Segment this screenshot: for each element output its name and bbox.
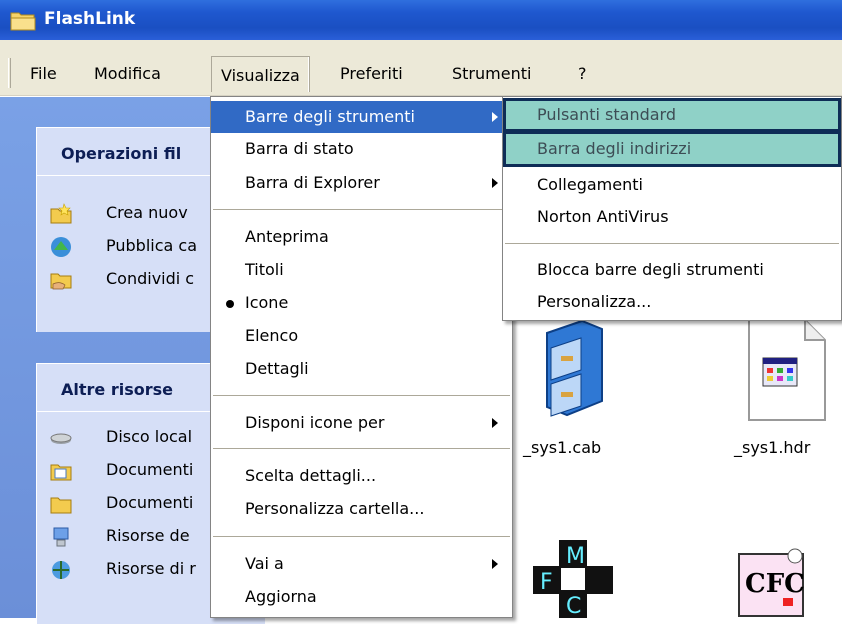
menu-item-label: Elenco: [245, 326, 299, 345]
menu-item-label: Blocca barre degli strumenti: [537, 260, 764, 279]
menu-item-go-to[interactable]: Vai a: [211, 548, 512, 580]
menu-preferiti[interactable]: Preferiti: [340, 64, 403, 83]
place-item[interactable]: Risorse de: [106, 526, 190, 545]
menu-item-status-bar[interactable]: Barra di stato: [211, 133, 512, 165]
shared-documents-icon: [50, 464, 72, 481]
svg-text:C: C: [566, 594, 581, 618]
menu-file[interactable]: File: [30, 64, 57, 83]
menu-item-label: Scelta dettagli...: [245, 466, 377, 485]
menu-item-label: Icone: [245, 293, 289, 312]
network-places-icon: [52, 561, 70, 579]
disk-drive-icon: [50, 433, 72, 444]
menu-item-label: Personalizza cartella...: [245, 499, 425, 518]
menu-item-label: Dettagli: [245, 359, 309, 378]
menu-item-label: Barra di stato: [245, 139, 354, 158]
place-item[interactable]: Disco local: [106, 427, 192, 446]
menubar-grip[interactable]: [8, 58, 11, 88]
task-item[interactable]: Crea nuov: [106, 203, 188, 222]
submenu-arrow-icon: [492, 112, 498, 122]
menu-item-label: Pulsanti standard: [537, 105, 677, 124]
menu-item-label: Titoli: [245, 260, 284, 279]
menu-item-label: Norton AntiVirus: [537, 207, 669, 226]
submenu-arrow-icon: [492, 418, 498, 428]
submenu-arrow-icon: [492, 178, 498, 188]
menu-item-label: Vai a: [245, 554, 284, 573]
menu-item-label: Barre degli strumenti: [245, 107, 415, 126]
menu-strumenti[interactable]: Strumenti: [452, 64, 531, 83]
cabinet-file-icon[interactable]: [537, 318, 607, 418]
menu-item-icons[interactable]: Icone: [211, 287, 512, 319]
menu-item-customize-folder[interactable]: Personalizza cartella...: [211, 493, 512, 525]
menu-item-filmstrip[interactable]: Anteprima: [211, 221, 512, 253]
menu-separator: [213, 395, 510, 396]
submenu-item-standard-buttons[interactable]: Pulsanti standard: [503, 98, 841, 132]
mfc-file-icon[interactable]: MFC: [519, 538, 619, 618]
toolbars-submenu: Pulsanti standard Barra degli indirizzi …: [502, 96, 842, 321]
menu-item-explorer-bar[interactable]: Barra di Explorer: [211, 167, 512, 199]
window-title: FlashLink: [44, 9, 136, 29]
menu-item-list[interactable]: Elenco: [211, 320, 512, 352]
menu-visualizza[interactable]: Visualizza: [211, 56, 310, 92]
task-item[interactable]: Condividi c: [106, 269, 194, 288]
menu-separator: [505, 243, 839, 244]
menu-bar: File Modifica Visualizza Preferiti Strum…: [0, 52, 842, 96]
file-name[interactable]: _sys1.hdr: [734, 438, 810, 457]
menu-item-arrange-icons[interactable]: Disponi icone per: [211, 407, 512, 439]
menu-item-label: Personalizza...: [537, 292, 652, 311]
radio-bullet-icon: [226, 300, 234, 308]
menu-item-label: Barra di Explorer: [245, 173, 380, 192]
submenu-arrow-icon: [492, 559, 498, 569]
share-folder-icon: [50, 273, 72, 290]
publish-web-icon: [51, 237, 71, 257]
document-file-icon[interactable]: [747, 318, 827, 422]
menu-separator: [213, 209, 510, 210]
svg-text:CFC: CFC: [745, 569, 805, 599]
submenu-item-links[interactable]: Collegamenti: [503, 169, 841, 201]
place-item[interactable]: Risorse di r: [106, 559, 196, 578]
svg-text:F: F: [540, 570, 553, 595]
view-menu: Barre degli strumenti Barra di stato Bar…: [210, 96, 513, 618]
menu-item-tiles[interactable]: Titoli: [211, 254, 512, 286]
submenu-item-address-bar[interactable]: Barra degli indirizzi: [503, 131, 841, 167]
place-item[interactable]: Documenti: [106, 493, 193, 512]
menu-item-label: Barra degli indirizzi: [537, 139, 692, 158]
place-item[interactable]: Documenti: [106, 460, 193, 479]
menu-item-choose-details[interactable]: Scelta dettagli...: [211, 460, 512, 492]
folder-icon: [10, 12, 36, 31]
folder-icon: [50, 497, 72, 514]
cfc-file-icon[interactable]: CFC: [737, 546, 807, 618]
title-bar[interactable]: FlashLink: [0, 0, 842, 40]
title-gap: [0, 40, 842, 52]
submenu-item-lock-toolbars[interactable]: Blocca barre degli strumenti: [503, 254, 841, 286]
menu-modifica[interactable]: Modifica: [94, 64, 161, 83]
menu-separator: [213, 448, 510, 449]
my-computer-icon: [53, 527, 69, 547]
submenu-item-norton[interactable]: Norton AntiVirus: [503, 201, 841, 233]
menu-item-details[interactable]: Dettagli: [211, 353, 512, 385]
menu-separator: [213, 536, 510, 537]
menu-item-toolbars[interactable]: Barre degli strumenti: [211, 101, 512, 133]
submenu-item-customize[interactable]: Personalizza...: [503, 286, 841, 318]
svg-text:M: M: [566, 544, 585, 569]
menu-item-label: Aggiorna: [245, 587, 317, 606]
new-folder-icon: [50, 203, 72, 224]
menu-item-label: Collegamenti: [537, 175, 643, 194]
menu-help[interactable]: ?: [578, 64, 587, 83]
menu-item-label: Disponi icone per: [245, 413, 385, 432]
task-item[interactable]: Pubblica ca: [106, 236, 197, 255]
file-name[interactable]: _sys1.cab: [523, 438, 601, 457]
menu-item-label: Anteprima: [245, 227, 329, 246]
menu-item-refresh[interactable]: Aggiorna: [211, 581, 512, 613]
